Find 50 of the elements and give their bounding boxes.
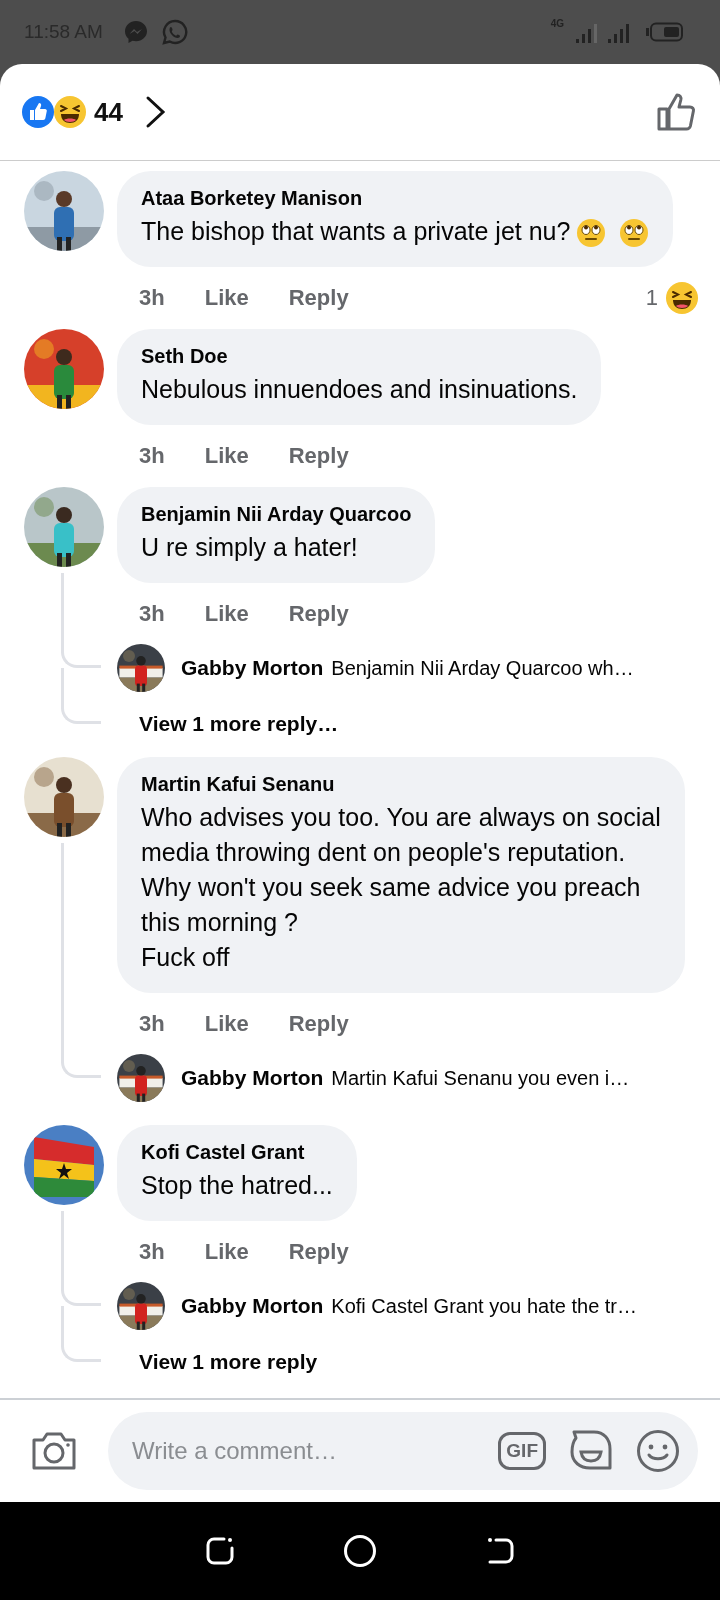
like-reaction-icon [22,96,54,128]
camera-icon[interactable] [30,1430,78,1472]
comment-author[interactable]: Martin Kafui Senanu [141,773,661,796]
reply-text[interactable]: Benjamin Nii Arday Quarcoo wh… [331,656,634,680]
comment-reaction-count: 1 [645,285,658,311]
like-link[interactable]: Like [204,601,249,627]
like-link[interactable]: Like [204,285,249,311]
comment-author[interactable]: Kofi Castel Grant [141,1141,333,1164]
reply-author[interactable]: Gabby Morton [181,1294,324,1318]
laughing-reaction-icon [666,282,698,314]
laughing-reaction-icon [54,96,86,128]
reply-author[interactable]: Gabby Morton [181,656,324,680]
reply-link[interactable]: Reply [288,601,349,627]
messenger-icon [122,19,149,45]
like-link[interactable]: Like [204,443,249,469]
whatsapp-icon [160,18,189,46]
comment-time: 3h [139,601,165,627]
reply-link[interactable]: Reply [288,1239,349,1265]
view-more-replies-link[interactable]: View 1 more reply… [139,712,339,736]
reply-link[interactable]: Reply [288,443,349,469]
reply-text[interactable]: Kofi Castel Grant you hate the tr… [331,1294,638,1318]
comment-text: The bishop that wants a private jet nu? [141,214,650,249]
comment-author[interactable]: Benjamin Nii Arday Quarcoo [141,503,412,526]
chevron-right-icon[interactable] [144,95,167,129]
comment-time: 3h [139,1239,165,1265]
gif-button[interactable]: GIF [498,1432,546,1470]
comment-text: U re simply a hater! [141,532,359,563]
comment-time: 3h [139,1011,165,1037]
comment-text: Stop the hatred... [141,1170,333,1201]
reaction-count[interactable]: 44 [94,96,123,128]
emoji-icon[interactable] [636,1429,680,1473]
comment-author[interactable]: Seth Doe [141,345,578,368]
comment-time: 3h [139,443,165,469]
comment-text: Who advises you too. You are always on social media throwing dent on people's reputation. Why won't you seek same advice you preach this morning ? Fuck off [141,802,661,973]
battery-icon [646,22,684,42]
reply-link[interactable]: Reply [288,285,349,311]
comment-time: 3h [139,285,165,311]
comment-author[interactable]: Ataa Borketey Manison [141,187,650,210]
comment-text: Nebulous innuendoes and insinuations. [141,374,578,405]
view-more-replies-link[interactable]: View 1 more reply [139,1350,318,1374]
comment-input-field[interactable]: Write a comment… GIF [108,1412,698,1490]
reply-text[interactable]: Martin Kafui Senanu you even i… [331,1066,630,1090]
home-icon[interactable] [343,1534,377,1568]
reply-link[interactable]: Reply [288,1011,349,1037]
like-link[interactable]: Like [204,1239,249,1265]
eye-roll-emoji-icon [576,218,607,249]
thumbs-up-icon[interactable] [656,91,698,133]
eye-roll-emoji-icon [619,218,650,249]
reply-author[interactable]: Gabby Morton [181,1066,324,1090]
like-link[interactable]: Like [204,1011,249,1037]
